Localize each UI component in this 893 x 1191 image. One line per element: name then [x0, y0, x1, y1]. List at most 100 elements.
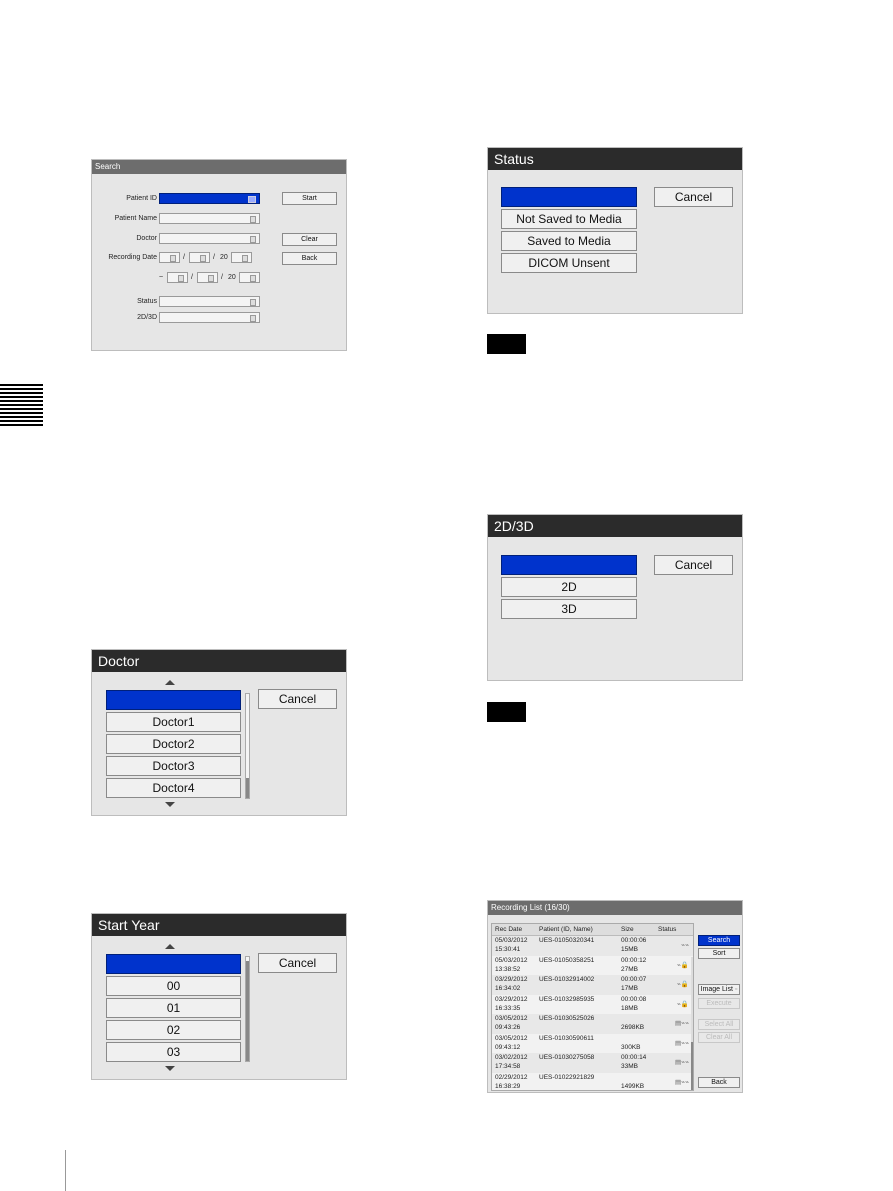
year-option[interactable]: 00	[106, 976, 241, 996]
dim-option-2d[interactable]: 2D	[501, 577, 637, 597]
keyboard-icon	[248, 196, 256, 203]
year-prefix: 20	[220, 254, 228, 261]
dim-option-blank[interactable]	[501, 555, 637, 575]
patient-id-cell: UES-01022921829	[539, 1073, 595, 1081]
scroll-up-arrow-icon[interactable]	[165, 944, 175, 949]
rec-time: 09:43:26	[495, 1024, 521, 1031]
clear-all-button[interactable]: Clear All	[698, 1032, 740, 1043]
image-list-label: Image List	[700, 986, 733, 993]
back-button[interactable]: Back	[282, 252, 337, 265]
scrollbar-thumb[interactable]	[246, 778, 249, 798]
start-day-select[interactable]	[189, 252, 210, 263]
scroll-up-arrow-icon[interactable]	[165, 680, 175, 685]
dropdown-icon	[170, 255, 176, 262]
scrollbar[interactable]	[691, 957, 693, 1090]
table-row[interactable]: 02/29/2012 16:38:29 UES-01022921829 1499KB ▤…	[492, 1073, 693, 1091]
rec-date: 03/29/2012	[495, 976, 528, 983]
execute-button[interactable]: Execute	[698, 998, 740, 1009]
status-option[interactable]: Saved to Media	[501, 231, 637, 251]
table-row[interactable]: 03/29/2012 16:34:02 UES-01032914002 00:00:0…	[492, 975, 693, 995]
cancel-button[interactable]: Cancel	[258, 953, 337, 973]
status-option[interactable]: DICOM Unsent	[501, 253, 637, 273]
table-row[interactable]: 03/05/2012 09:43:26 UES-01030525026 2698KB ▤…	[492, 1014, 693, 1034]
column-header[interactable]: Status	[658, 924, 693, 935]
recording-date-label: Recording Date	[108, 254, 157, 261]
table-row[interactable]: 03/02/2012 17:34:58 UES-01030275058 00:00:1…	[492, 1053, 693, 1073]
table-header: Rec Date Patient (ID, Name) Size Status	[492, 924, 693, 936]
status-select[interactable]	[159, 296, 260, 307]
table-row[interactable]: 03/05/2012 09:43:12 UES-01030590611 300KB ▤⌁…	[492, 1034, 693, 1054]
doctor-option[interactable]: Doctor3	[106, 756, 241, 776]
sort-button[interactable]: Sort	[698, 948, 740, 959]
dropdown-icon	[242, 255, 248, 262]
table-row[interactable]: 05/03/2012 13:38:52 UES-01050358251 00:00:1…	[492, 956, 693, 976]
cancel-button[interactable]: Cancel	[258, 689, 337, 709]
rec-date: 05/03/2012	[495, 937, 528, 944]
back-button[interactable]: Back	[698, 1077, 740, 1088]
column-header[interactable]: Patient (ID, Name)	[539, 924, 621, 935]
duration: 00:00:12	[621, 956, 647, 964]
margin-rule	[65, 1150, 66, 1191]
media-network-icons: ▤⌁⌁	[675, 1059, 689, 1066]
status-option-blank[interactable]	[501, 187, 637, 207]
end-day-select[interactable]	[197, 272, 218, 283]
doctor-option[interactable]: Doctor4	[106, 778, 241, 798]
status-option[interactable]: Not Saved to Media	[501, 209, 637, 229]
duration: 00:00:07	[621, 976, 647, 983]
rec-date-cell: 03/29/2012 16:33:35	[492, 995, 539, 1015]
dialog-title: Doctor	[92, 650, 346, 672]
dropdown-icon	[250, 236, 256, 243]
dim-select[interactable]	[159, 312, 260, 323]
search-button[interactable]: Search	[698, 935, 740, 946]
dim-option-3d[interactable]: 3D	[501, 599, 637, 619]
dropdown-icon	[250, 299, 256, 306]
year-option-blank[interactable]	[106, 954, 241, 974]
duration: 00:00:08	[621, 995, 647, 1003]
file-size: 2698KB	[621, 1024, 645, 1031]
doctor-option-blank[interactable]	[106, 690, 241, 710]
column-header[interactable]: Rec Date	[492, 924, 539, 935]
size-cell: 00:00:07 17MB	[621, 975, 658, 995]
dim-label: 2D/3D	[137, 314, 157, 321]
select-all-button[interactable]: Select All	[698, 1019, 740, 1030]
dialog-title: Start Year	[92, 914, 346, 936]
table-row[interactable]: 05/03/2012 15:30:41 UES-01050320341 00:00:0…	[492, 936, 693, 956]
image-list-select[interactable]: Image List ▫	[698, 984, 740, 995]
clear-button[interactable]: Clear	[282, 233, 337, 246]
year-option[interactable]: 03	[106, 1042, 241, 1062]
rec-date: 02/29/2012	[495, 1073, 528, 1081]
scrollbar-thumb[interactable]	[246, 961, 249, 1061]
duration: 00:00:06	[621, 937, 647, 944]
end-month-select[interactable]	[167, 272, 188, 283]
patient-name-input[interactable]	[159, 213, 260, 224]
year-option[interactable]: 02	[106, 1020, 241, 1040]
doctor-option[interactable]: Doctor2	[106, 734, 241, 754]
start-year-select[interactable]	[231, 252, 252, 263]
column-header[interactable]: Size	[621, 924, 658, 935]
rec-time: 09:43:12	[495, 1043, 521, 1051]
scroll-down-arrow-icon[interactable]	[165, 1066, 175, 1071]
cancel-button[interactable]: Cancel	[654, 187, 733, 207]
end-year-select[interactable]	[239, 272, 260, 283]
scroll-down-arrow-icon[interactable]	[165, 802, 175, 807]
start-button[interactable]: Start	[282, 192, 337, 205]
scrollbar-thumb[interactable]	[691, 1042, 693, 1090]
patient-id-cell: UES-01030590611	[539, 1034, 594, 1042]
date-separator: /	[191, 274, 193, 281]
scrollbar[interactable]	[245, 956, 250, 1062]
doctor-option[interactable]: Doctor1	[106, 712, 241, 732]
network-lock-icons: ⌁🔒	[676, 981, 689, 988]
start-month-select[interactable]	[159, 252, 180, 263]
patient-id-input[interactable]	[159, 193, 260, 204]
patient-id-cell: UES-01050358251	[539, 956, 595, 964]
patient-id-cell: UES-01050320341	[539, 937, 595, 944]
range-tilde: ~	[159, 274, 164, 281]
doctor-select[interactable]	[159, 233, 260, 244]
cancel-button[interactable]: Cancel	[654, 555, 733, 575]
table-row[interactable]: 03/29/2012 16:33:35 UES-01032985935 00:00:0…	[492, 995, 693, 1015]
scrollbar[interactable]	[245, 693, 250, 799]
year-option[interactable]: 01	[106, 998, 241, 1018]
dropdown-icon	[200, 255, 206, 262]
dropdown-icon	[250, 275, 256, 282]
patient-name-label: Patient Name	[114, 215, 157, 222]
